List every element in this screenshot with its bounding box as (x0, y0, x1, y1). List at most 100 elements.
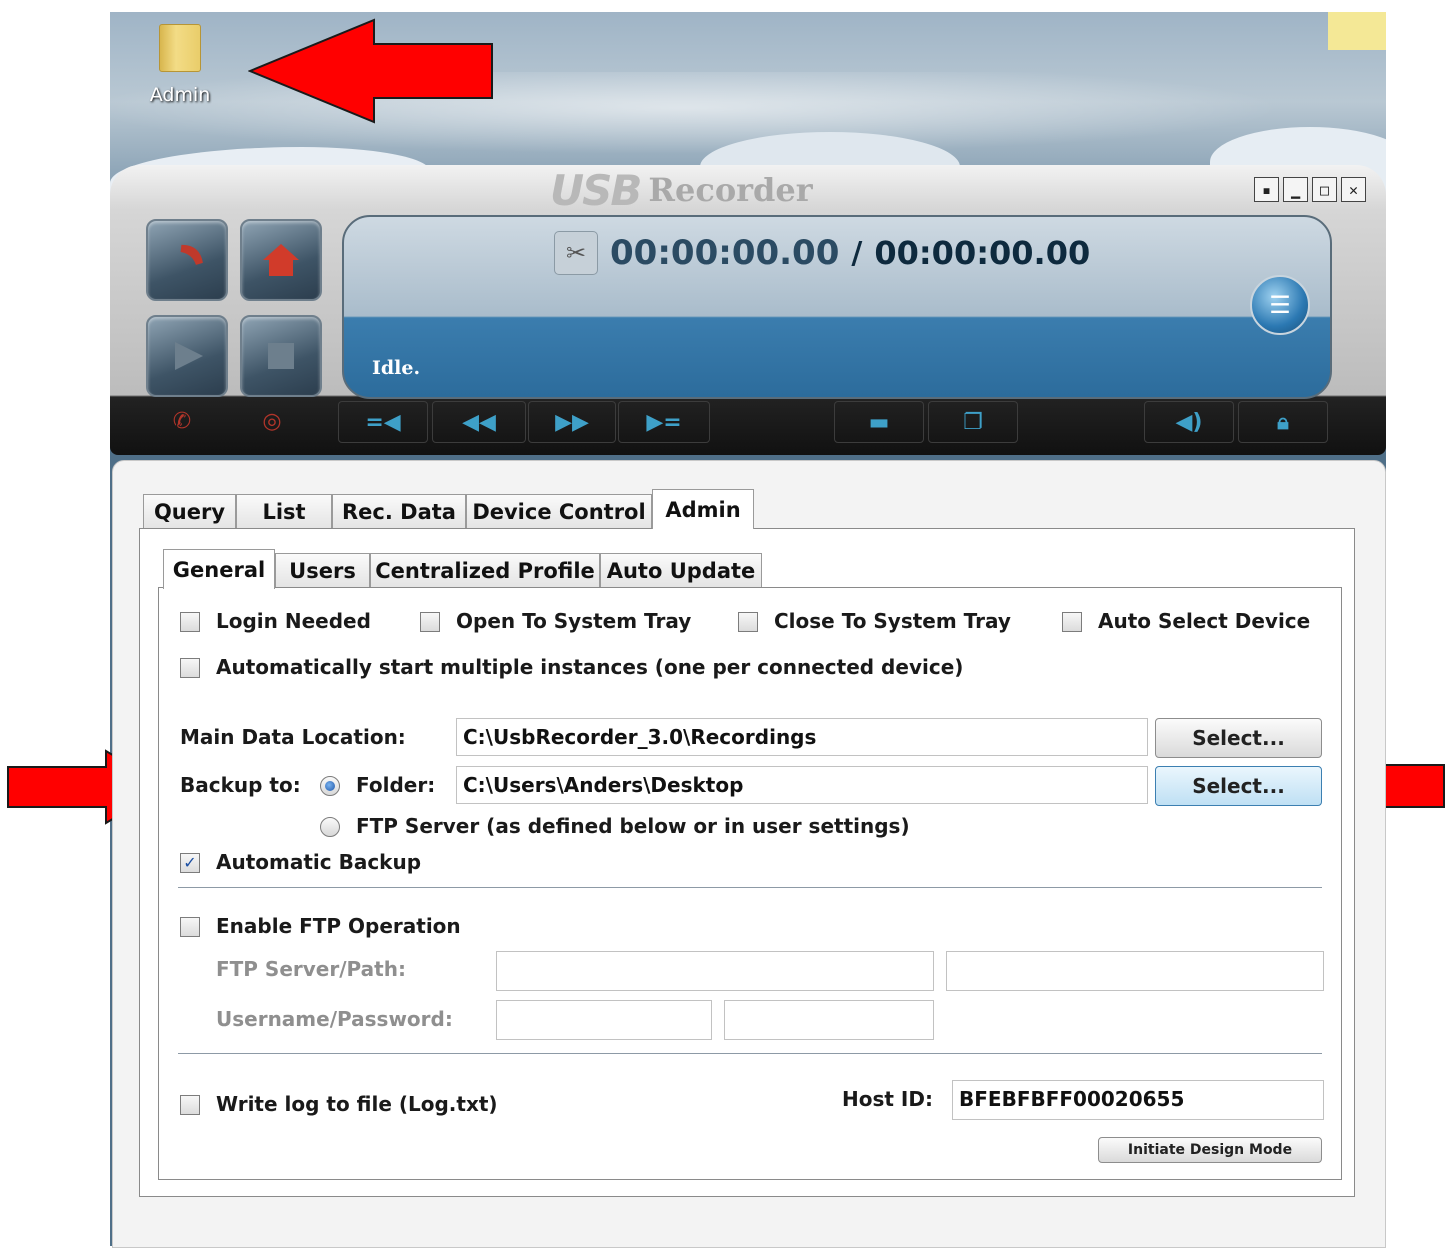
tab-auto-update[interactable]: Auto Update (600, 553, 762, 587)
ftp-server-field[interactable] (496, 951, 934, 991)
window-controls: ▪ ▁ □ ✕ (1254, 177, 1366, 202)
home-icon (263, 244, 299, 276)
play-button[interactable] (146, 315, 228, 397)
transport-toolbar: ✆ ◎ =◀ ◀◀ ▶▶ ▶= ▬ ❐ ◀) 🔒︎ (110, 401, 1386, 449)
tab-centralized-profile[interactable]: Centralized Profile (370, 553, 600, 587)
phone-icon (180, 244, 203, 265)
folder-icon (159, 24, 201, 72)
open-folder-button[interactable]: ▬ (834, 401, 924, 443)
home-button[interactable] (240, 219, 322, 301)
usb-logo: USB (550, 165, 642, 215)
select-backup-folder-button[interactable]: Select... (1155, 766, 1322, 806)
tab-admin[interactable]: Admin (652, 489, 754, 529)
timer-display: ✂ 00:00:00.00 / 00:00:00.00 (554, 231, 1090, 275)
backup-folder-label: Folder: (356, 773, 436, 797)
app-brand: USB Recorder (550, 165, 813, 215)
main-data-location-field[interactable]: C:\UsbRecorder_3.0\Recordings (456, 718, 1148, 756)
close-icon: ✕ (1348, 180, 1359, 199)
login-needed-label: Login Needed (216, 609, 371, 633)
login-needed-checkbox[interactable] (180, 612, 200, 632)
stop-icon (268, 343, 294, 369)
folder-open-icon: ▬ (868, 409, 890, 435)
maximize-icon: □ (1319, 180, 1330, 199)
close-to-tray-checkbox[interactable] (738, 612, 758, 632)
recorder-window: USB Recorder ▪ ▁ □ ✕ ✂ 00:00:00.00 / 00:… (110, 165, 1386, 455)
tab-list[interactable]: List (236, 494, 332, 528)
backup-ftp-label: FTP Server (as defined below or in user … (356, 814, 910, 838)
automatic-backup-label: Automatic Backup (216, 850, 422, 874)
open-to-tray-checkbox[interactable] (420, 612, 440, 632)
compact-mode-button[interactable]: ▪ (1254, 177, 1279, 202)
main-data-location-label: Main Data Location: (180, 725, 406, 749)
open-to-tray-label: Open To System Tray (456, 609, 692, 633)
time-separator: / (851, 235, 863, 271)
skip-end-button[interactable]: ▶= (618, 401, 710, 443)
tab-users[interactable]: Users (275, 553, 370, 587)
total-time: 00:00:00.00 (874, 234, 1091, 272)
multi-instances-checkbox[interactable] (180, 658, 200, 678)
maximize-button[interactable]: □ (1312, 177, 1337, 202)
desktop-icon-admin-folder[interactable]: Admin (140, 24, 220, 124)
lcd-display: ✂ 00:00:00.00 / 00:00:00.00 Idle. ☰ (342, 215, 1332, 399)
ftp-username-field[interactable] (496, 1000, 712, 1040)
write-log-checkbox[interactable] (180, 1095, 200, 1115)
minimize-icon: ▁ (1290, 180, 1301, 199)
tab-device-control[interactable]: Device Control (466, 494, 652, 528)
tab-general[interactable]: General (163, 549, 275, 589)
host-id-label: Host ID: (842, 1087, 933, 1111)
menu-icon: ☰ (1269, 291, 1291, 319)
backup-folder-field[interactable]: C:\Users\Anders\Desktop (456, 766, 1148, 804)
hangup-button[interactable] (146, 219, 228, 301)
enable-ftp-checkbox[interactable] (180, 917, 200, 937)
skip-start-icon: =◀ (365, 409, 401, 435)
scissors-icon: ✂ (565, 239, 587, 267)
fast-forward-button[interactable]: ▶▶ (528, 401, 616, 443)
annotation-arrow-left-icon (248, 18, 493, 124)
ftp-path-field[interactable] (946, 951, 1324, 991)
ftp-password-field[interactable] (724, 1000, 934, 1040)
auto-select-device-checkbox[interactable] (1062, 612, 1082, 632)
menu-orb-button[interactable]: ☰ (1250, 275, 1310, 335)
current-time: 00:00:00.00 (610, 233, 840, 273)
backup-to-label: Backup to: (180, 773, 301, 797)
hangup-small-button[interactable]: ✆ (160, 401, 204, 441)
volume-button[interactable]: ◀) (1144, 401, 1234, 443)
backup-ftp-radio[interactable] (320, 817, 340, 837)
separator (178, 887, 1322, 889)
backup-folder-radio[interactable] (320, 776, 340, 796)
ftp-username-password-label: Username/Password: (216, 1007, 453, 1031)
rewind-icon: ◀◀ (462, 409, 496, 435)
close-button[interactable]: ✕ (1341, 177, 1366, 202)
copy-icon: ❐ (963, 409, 983, 435)
headset-icon: ◎ (262, 408, 282, 434)
tab-rec-data[interactable]: Rec. Data (332, 494, 466, 528)
copy-button[interactable]: ❐ (928, 401, 1018, 443)
cut-button[interactable]: ✂ (554, 231, 598, 275)
compact-icon: ▪ (1261, 180, 1272, 199)
desktop-icon-label: Admin (149, 84, 211, 106)
minimize-button[interactable]: ▁ (1283, 177, 1308, 202)
host-id-field[interactable]: BFEBFBFF00020655 (952, 1080, 1324, 1120)
write-log-label: Write log to file (Log.txt) (216, 1092, 498, 1116)
skip-start-button[interactable]: =◀ (338, 401, 428, 443)
automatic-backup-checkbox[interactable]: ✓ (180, 853, 200, 873)
rewind-button[interactable]: ◀◀ (432, 401, 526, 443)
lock-button[interactable]: 🔒︎ (1238, 401, 1328, 443)
lock-icon: 🔒︎ (1277, 409, 1289, 435)
enable-ftp-label: Enable FTP Operation (216, 914, 461, 938)
phone-icon: ✆ (172, 408, 192, 434)
status-text: Idle. (372, 357, 421, 379)
volume-icon: ◀) (1175, 409, 1203, 435)
select-main-data-button[interactable]: Select... (1155, 718, 1322, 758)
initiate-design-mode-button[interactable]: Initiate Design Mode (1098, 1137, 1322, 1163)
headset-button[interactable]: ◎ (250, 401, 294, 441)
play-icon (175, 342, 203, 370)
app-title: Recorder (648, 171, 813, 209)
tab-query[interactable]: Query (143, 494, 236, 528)
separator (178, 1053, 1322, 1055)
skip-end-icon: ▶= (646, 409, 682, 435)
auto-select-device-label: Auto Select Device (1098, 609, 1311, 633)
close-to-tray-label: Close To System Tray (774, 609, 1011, 633)
stop-button[interactable] (240, 315, 322, 397)
ftp-server-path-label: FTP Server/Path: (216, 957, 406, 981)
